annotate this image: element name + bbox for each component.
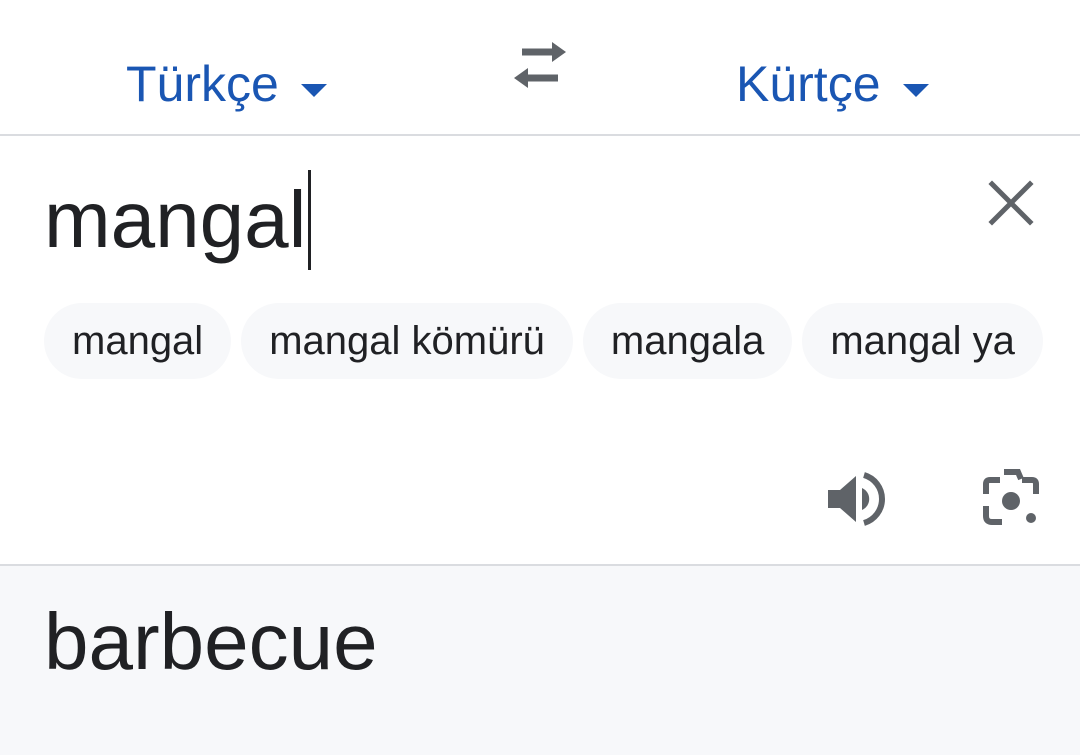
swap-languages-button[interactable] bbox=[508, 40, 572, 92]
suggestion-chip[interactable]: mangala bbox=[582, 303, 793, 379]
source-input-area: mangal mangal mangal kömürü mangala mangal … bbox=[0, 136, 1080, 564]
camera-lens-icon bbox=[983, 469, 1039, 525]
target-language-selector[interactable]: Kürtçe bbox=[736, 54, 929, 114]
camera-translate-button[interactable] bbox=[980, 468, 1042, 530]
target-language-label: Kürtçe bbox=[736, 56, 881, 112]
speaker-icon bbox=[828, 472, 885, 526]
text-cursor bbox=[308, 170, 312, 270]
suggestion-chips: mangal mangal kömürü mangala mangal ya bbox=[44, 303, 1080, 381]
clear-input-button[interactable] bbox=[982, 174, 1040, 232]
source-text-value: mangal bbox=[44, 175, 307, 264]
translate-screen: Türkçe Kürtçe mangal mangal mangal kömür… bbox=[0, 0, 1080, 755]
suggestion-chip[interactable]: mangal ya bbox=[802, 303, 1043, 379]
swap-icon bbox=[514, 42, 566, 88]
translation-text: barbecue bbox=[44, 597, 378, 686]
language-bar: Türkçe Kürtçe bbox=[0, 0, 1080, 136]
source-language-label: Türkçe bbox=[126, 56, 279, 112]
translation-output-area: barbecue bbox=[0, 564, 1080, 755]
suggestion-chip[interactable]: mangal kömürü bbox=[241, 303, 573, 379]
source-text-input[interactable]: mangal bbox=[44, 168, 312, 272]
source-language-selector[interactable]: Türkçe bbox=[126, 54, 327, 114]
close-icon bbox=[988, 180, 1034, 226]
suggestion-chip[interactable]: mangal bbox=[44, 303, 232, 379]
caret-down-icon bbox=[300, 83, 327, 97]
caret-down-icon bbox=[902, 83, 929, 97]
listen-button[interactable] bbox=[824, 468, 886, 530]
